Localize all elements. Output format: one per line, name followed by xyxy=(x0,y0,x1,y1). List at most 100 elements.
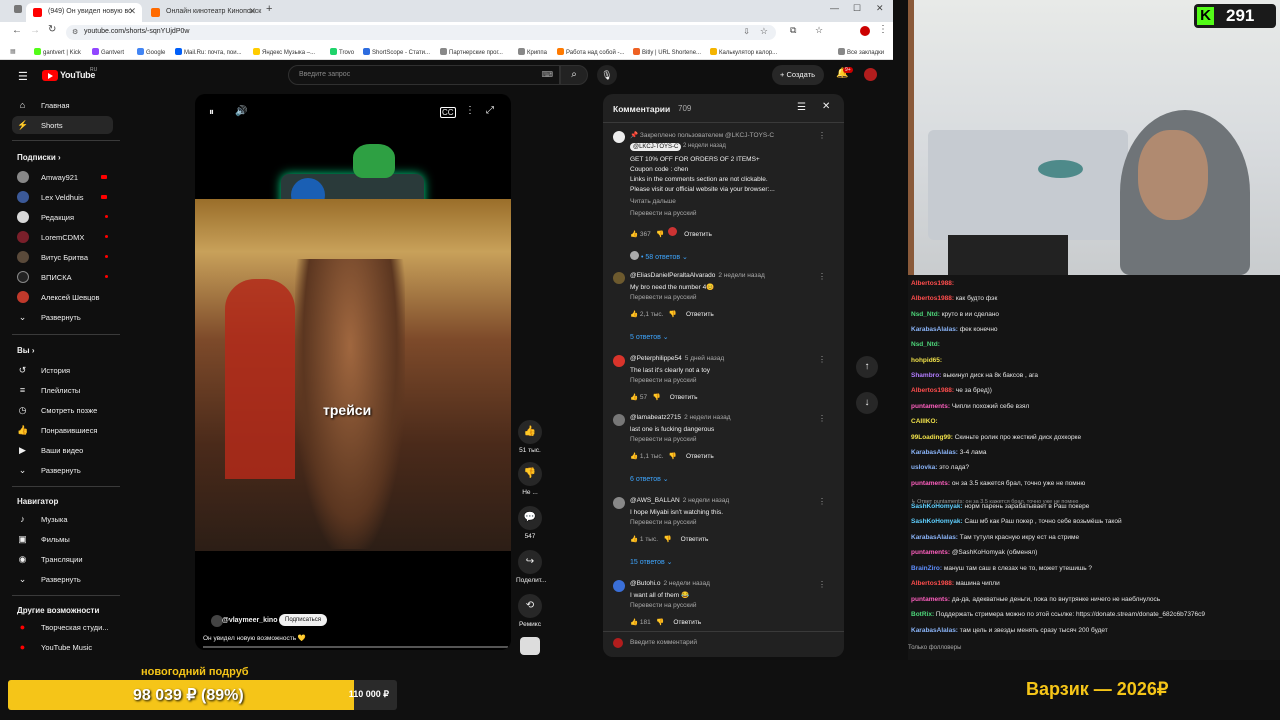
volume-icon[interactable]: 🔊 xyxy=(235,106,247,117)
keyboard-icon[interactable]: ⌨ xyxy=(541,70,553,79)
account-avatar[interactable] xyxy=(864,68,877,81)
bookmark-item[interactable]: Mail.Ru: почта, пои... xyxy=(175,48,242,56)
translate-link[interactable]: Перевести на русский xyxy=(630,602,697,609)
browser-tab-active[interactable]: (949) Он увидел новую во ✕ xyxy=(26,3,142,22)
new-tab-icon[interactable]: + xyxy=(266,3,272,15)
bookmark-star-icon[interactable]: ☆ xyxy=(815,25,823,36)
bookmark-item[interactable]: Google xyxy=(137,48,165,56)
like-icon[interactable]: 👍 xyxy=(630,619,640,626)
fullscreen-icon[interactable]: ⤢ xyxy=(486,105,494,116)
comment-menu-icon[interactable]: ⋮ xyxy=(818,272,826,281)
reply-button[interactable]: Ответить xyxy=(681,536,709,543)
commenter-avatar[interactable] xyxy=(613,497,625,509)
comment-menu-icon[interactable]: ⋮ xyxy=(818,355,826,364)
comments-action[interactable]: 💬 547 xyxy=(516,506,544,540)
bookmark-item[interactable]: Trovo xyxy=(330,48,354,56)
close-tab-icon[interactable]: ✕ xyxy=(248,6,256,17)
extensions-icon[interactable]: ⧉ xyxy=(790,25,796,36)
short-video-player[interactable]: ⏸ 🔊 CC ⋮ ⤢ трейси @vlaymeer_kino Подписа… xyxy=(195,94,511,650)
previous-short-button[interactable]: ↑ xyxy=(856,356,878,378)
subscribe-button[interactable]: Подписаться xyxy=(279,614,327,626)
voice-search-button[interactable]: 🎙 xyxy=(597,65,617,85)
reply-button[interactable]: Ответить xyxy=(670,394,698,401)
apps-icon[interactable]: ▦ xyxy=(10,48,16,55)
bookmark-item[interactable]: gantvert | Kick xyxy=(34,48,81,56)
bookmark-item[interactable]: Криппа xyxy=(518,48,547,56)
bookmark-item[interactable]: ShortScope - Стати... xyxy=(363,48,430,56)
tab-search-icon[interactable] xyxy=(14,5,22,13)
pause-icon[interactable]: ⏸ xyxy=(209,107,214,118)
reload-icon[interactable]: ↻ xyxy=(48,24,56,35)
profile-avatar[interactable] xyxy=(860,26,870,36)
dislike-action[interactable]: 👎 Не ... xyxy=(516,462,544,496)
channel-name[interactable]: @vlaymeer_kino xyxy=(222,617,277,624)
commenter-avatar[interactable] xyxy=(613,355,625,367)
like-icon[interactable]: 👍 xyxy=(630,231,640,238)
dislike-icon[interactable]: 👎 xyxy=(656,619,664,626)
translate-link[interactable]: Перевести на русский xyxy=(630,436,697,443)
bookmark-item[interactable]: Яндекс Музыка –... xyxy=(253,48,315,56)
share-action[interactable]: ↪ Поделит... xyxy=(516,550,546,584)
youtube-logo-icon[interactable] xyxy=(42,70,58,81)
replies-toggle[interactable]: 6 ответов ⌄ xyxy=(630,475,669,483)
create-button[interactable]: + Создать xyxy=(772,65,824,85)
commenter-avatar[interactable] xyxy=(613,272,625,284)
sound-thumbnail[interactable] xyxy=(520,637,540,655)
replies-toggle[interactable]: • 58 ответов ⌄ xyxy=(630,251,688,261)
replies-toggle[interactable]: 5 ответов ⌄ xyxy=(630,333,669,341)
close-tab-icon[interactable]: ✕ xyxy=(128,6,136,17)
commenter-avatar[interactable] xyxy=(613,580,625,592)
dislike-icon[interactable]: 👎 xyxy=(669,453,677,460)
translate-link[interactable]: Перевести на русский xyxy=(630,210,697,217)
more-options-icon[interactable]: ⋮ xyxy=(465,105,475,116)
reply-button[interactable]: Ответить xyxy=(686,453,714,460)
bookmark-page-icon[interactable]: ☆ xyxy=(760,26,768,37)
bookmark-item[interactable]: Bitly | URL Shortene... xyxy=(633,48,701,56)
captions-icon[interactable]: CC xyxy=(440,107,456,118)
dislike-icon[interactable]: 👎 xyxy=(663,536,671,543)
hamburger-menu-icon[interactable]: ☰ xyxy=(18,70,28,83)
you-heading[interactable]: Вы › xyxy=(17,346,35,355)
search-button[interactable]: ⌕ xyxy=(560,65,588,85)
maximize-icon[interactable]: ☐ xyxy=(853,3,861,14)
remix-action[interactable]: ⟲ Ремикс xyxy=(516,594,544,628)
minimize-icon[interactable]: — xyxy=(830,3,839,13)
close-window-icon[interactable]: ✕ xyxy=(876,3,884,14)
commenter-avatar[interactable] xyxy=(613,414,625,426)
reply-button[interactable]: Ответить xyxy=(684,231,712,238)
address-bar[interactable]: ⚙ youtube.com/shorts/-sqnYUjdP0w ⇩ ☆ xyxy=(66,25,776,40)
browser-menu-icon[interactable]: ⋮ xyxy=(878,24,888,35)
sort-icon[interactable]: ☰ xyxy=(797,102,806,113)
translate-link[interactable]: Перевести на русский xyxy=(630,519,697,526)
close-comments-icon[interactable]: ✕ xyxy=(822,101,830,112)
back-icon[interactable]: ← xyxy=(12,25,22,36)
dislike-icon[interactable]: 👎 xyxy=(656,231,664,238)
comment-menu-icon[interactable]: ⋮ xyxy=(818,497,826,506)
like-icon[interactable]: 👍 xyxy=(630,536,640,543)
forward-icon[interactable]: → xyxy=(30,25,40,36)
bookmark-item[interactable]: Партнерские прог... xyxy=(440,48,503,56)
progress-bar[interactable] xyxy=(203,646,508,648)
install-app-icon[interactable]: ⇩ xyxy=(743,27,750,36)
comment-author[interactable]: @LKCJ-TOYS-C xyxy=(630,143,682,151)
like-icon[interactable]: 👍 xyxy=(630,311,640,318)
reply-button[interactable]: Ответить xyxy=(686,311,714,318)
search-input[interactable]: Введите запрос ⌨ xyxy=(288,65,560,85)
dislike-icon[interactable]: 👎 xyxy=(653,394,661,401)
reply-button[interactable]: Ответить xyxy=(673,619,701,626)
browser-tab[interactable]: Онлайн кинотеатр Кинопоиск ✕ xyxy=(144,3,262,22)
next-short-button[interactable]: ↓ xyxy=(856,392,878,414)
read-more-link[interactable]: Читать дальше xyxy=(630,198,676,205)
comment-input[interactable]: Введите комментарий xyxy=(630,639,697,646)
commenter-avatar[interactable] xyxy=(613,131,625,143)
translate-link[interactable]: Перевести на русский xyxy=(630,377,697,384)
like-action[interactable]: 👍 51 тыс. xyxy=(516,420,544,454)
replies-toggle[interactable]: 15 ответов ⌄ xyxy=(630,558,673,566)
site-info-icon[interactable]: ⚙ xyxy=(72,28,78,36)
dislike-icon[interactable]: 👎 xyxy=(669,311,677,318)
like-icon[interactable]: 👍 xyxy=(630,394,640,401)
bookmark-item[interactable]: Gantvert xyxy=(92,48,124,56)
bookmark-item[interactable]: Калькулятор калор... xyxy=(710,48,777,56)
like-icon[interactable]: 👍 xyxy=(630,453,640,460)
comment-menu-icon[interactable]: ⋮ xyxy=(818,414,826,423)
